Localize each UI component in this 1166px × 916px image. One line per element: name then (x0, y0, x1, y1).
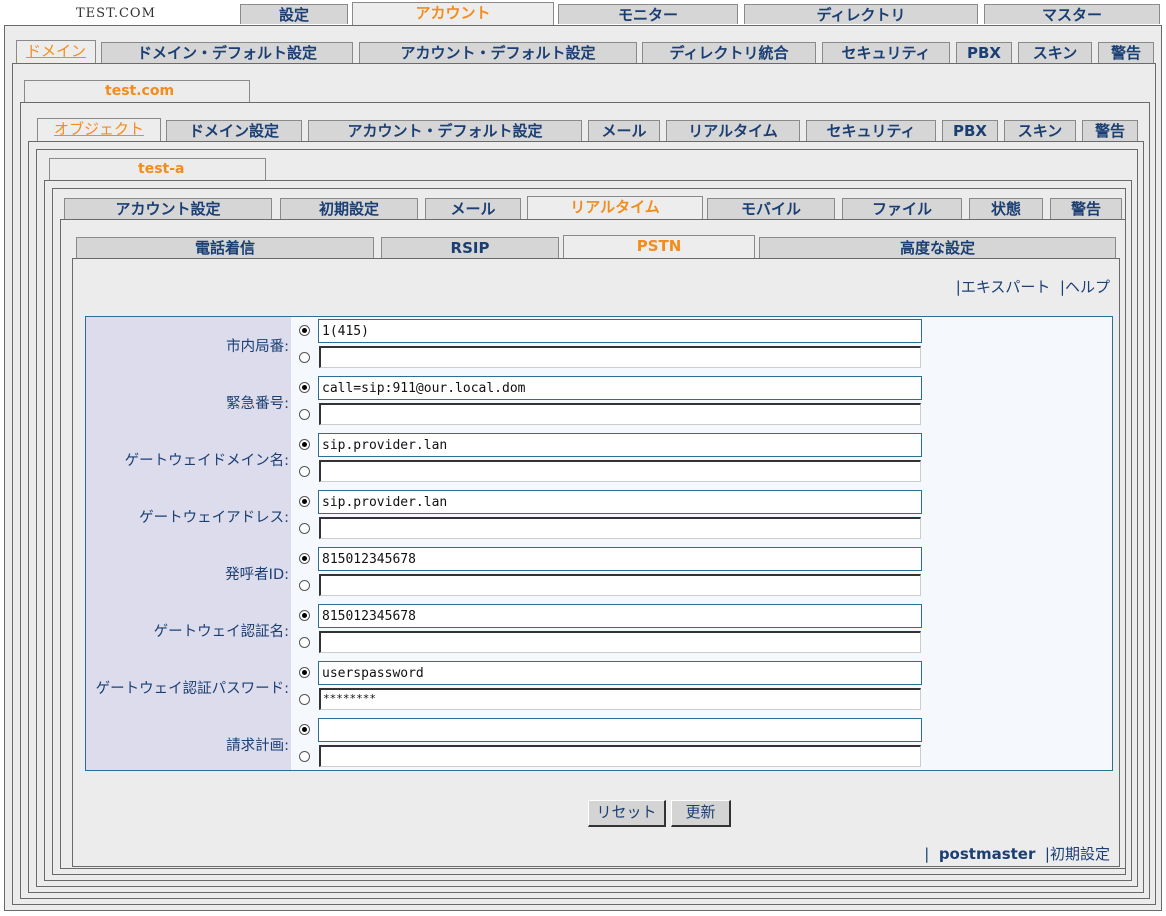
custom-value-radio[interactable] (299, 325, 310, 336)
tab-mobile[interactable]: モバイル (707, 198, 835, 219)
tab-object-mail[interactable]: メール (588, 120, 660, 141)
field-label: ゲートウェイドメイン名: (124, 453, 289, 469)
custom-value-radio[interactable] (299, 667, 310, 678)
tab-object-skin[interactable]: スキン (1004, 120, 1076, 141)
default-value-field[interactable] (319, 745, 921, 767)
default-value-radio[interactable] (299, 352, 310, 363)
tab-objects[interactable]: オブジェクト (37, 118, 161, 141)
default-value-radio[interactable] (299, 637, 310, 648)
tab-files[interactable]: ファイル (842, 198, 962, 219)
default-value-radio[interactable] (299, 409, 310, 420)
tab-object-pbx[interactable]: PBX (942, 120, 998, 141)
field-label: 請求計画: (226, 738, 289, 754)
default-value-field[interactable] (319, 460, 921, 482)
field-input[interactable]: sip.provider.lan (318, 433, 922, 457)
tab-advanced[interactable]: 高度な設定 (759, 237, 1116, 258)
field-input[interactable]: sip.provider.lan (318, 490, 922, 514)
field-input[interactable] (318, 718, 922, 742)
tab-directory-integration[interactable]: ディレクトリ統合 (642, 42, 816, 63)
top-links: |エキスパート |ヘルプ (955, 278, 1110, 296)
field-label: ゲートウェイアドレス: (139, 510, 289, 526)
custom-value-radio[interactable] (299, 382, 310, 393)
default-value-radio[interactable] (299, 751, 310, 762)
tab-preferences[interactable]: 初期設定 (280, 198, 418, 219)
tab-account[interactable]: アカウント (352, 2, 554, 25)
account-name-tab: test-a (49, 158, 266, 182)
tab-incoming-calls[interactable]: 電話着信 (76, 237, 374, 258)
field-input[interactable]: 1(415) (318, 319, 922, 343)
tab-domain[interactable]: ドメイン (16, 40, 96, 63)
preferences-link[interactable]: 初期設定 (1050, 845, 1110, 863)
domain-name-tab: test.com (24, 80, 250, 104)
help-link[interactable]: ヘルプ (1065, 278, 1110, 296)
update-button[interactable]: 更新 (671, 800, 731, 827)
tab-monitor[interactable]: モニター (558, 4, 738, 24)
default-value-radio[interactable] (299, 523, 310, 534)
tab-status[interactable]: 状態 (969, 198, 1043, 219)
custom-value-radio[interactable] (299, 496, 310, 507)
default-value-field[interactable]: ******** (319, 688, 921, 710)
user-link[interactable]: postmaster (939, 845, 1036, 863)
tab-account-settings[interactable]: アカウント設定 (64, 198, 272, 219)
tab-rsip[interactable]: RSIP (381, 237, 559, 258)
custom-value-radio[interactable] (299, 553, 310, 564)
tab-account-defaults[interactable]: アカウント・デフォルト設定 (359, 42, 637, 63)
field-label: 発呼者ID: (225, 567, 289, 583)
default-value-field[interactable] (319, 346, 921, 368)
brand-title: TEST.COM (76, 6, 156, 21)
field-label: ゲートウェイ認証名: (153, 624, 289, 640)
default-value-field[interactable] (319, 517, 921, 539)
default-value-radio[interactable] (299, 466, 310, 477)
tab-object-realtime[interactable]: リアルタイム (666, 120, 800, 141)
tab-skin[interactable]: スキン (1018, 42, 1092, 63)
field-input[interactable]: userspassword (318, 661, 922, 685)
reset-button[interactable]: リセット (588, 800, 666, 827)
tab-domain-settings[interactable]: ドメイン設定 (166, 120, 302, 141)
field-label: 市内局番: (226, 339, 289, 355)
field-input[interactable]: 815012345678 (318, 547, 922, 571)
label-column (86, 317, 291, 770)
tab-object-security[interactable]: セキュリティ (806, 120, 936, 141)
tab-realtime[interactable]: リアルタイム (527, 196, 703, 219)
tab-pstn[interactable]: PSTN (563, 235, 755, 258)
tab-master[interactable]: マスター (984, 4, 1160, 24)
default-value-field[interactable] (319, 631, 921, 653)
custom-value-radio[interactable] (299, 439, 310, 450)
tab-directory[interactable]: ディレクトリ (744, 4, 978, 24)
custom-value-radio[interactable] (299, 610, 310, 621)
default-value-radio[interactable] (299, 694, 310, 705)
field-label: 緊急番号: (226, 396, 289, 412)
default-value-field[interactable] (319, 403, 921, 425)
field-label: ゲートウェイ認証パスワード: (95, 681, 289, 697)
tab-object-account-defaults[interactable]: アカウント・デフォルト設定 (308, 120, 582, 141)
tab-alert[interactable]: 警告 (1098, 42, 1154, 63)
field-input[interactable]: call=sip:911@our.local.dom (318, 376, 922, 400)
default-value-radio[interactable] (299, 580, 310, 591)
tab-settings[interactable]: 設定 (240, 4, 348, 24)
tab-security[interactable]: セキュリティ (822, 42, 950, 63)
custom-value-radio[interactable] (299, 724, 310, 735)
bottom-links: | postmaster |初期設定 (924, 845, 1110, 863)
expert-link[interactable]: エキスパート (961, 278, 1051, 296)
tab-domain-defaults[interactable]: ドメイン・デフォルト設定 (101, 42, 353, 63)
default-value-field[interactable] (319, 574, 921, 596)
tab-mail[interactable]: メール (425, 198, 521, 219)
tab-object-alert[interactable]: 警告 (1082, 120, 1138, 141)
tab-pbx[interactable]: PBX (956, 42, 1012, 63)
field-input[interactable]: 815012345678 (318, 604, 922, 628)
tab-account-alert[interactable]: 警告 (1050, 198, 1122, 219)
